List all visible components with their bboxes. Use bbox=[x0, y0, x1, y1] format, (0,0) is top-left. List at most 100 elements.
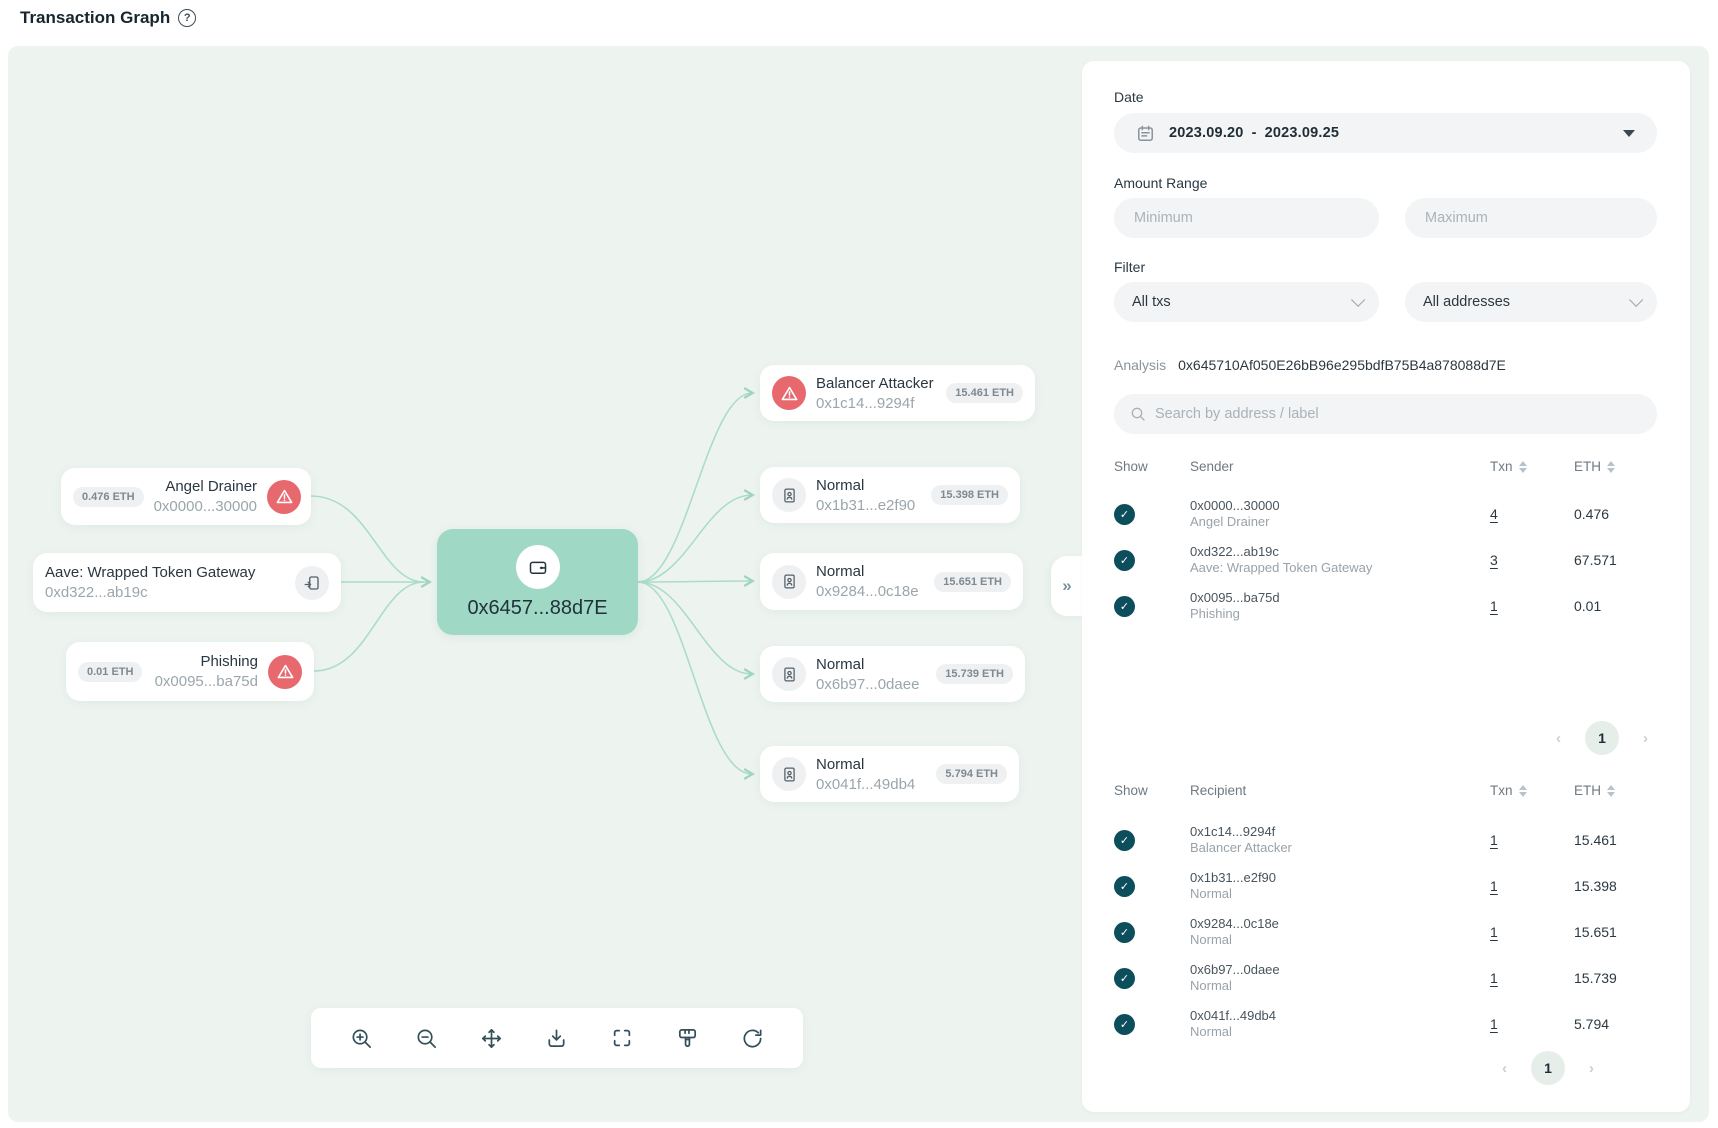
graph-node-phishing[interactable]: 0.01 ETH Phishing 0x0095...ba75d bbox=[66, 642, 314, 701]
chevron-down-icon bbox=[1629, 293, 1643, 307]
amount-range-label: Amount Range bbox=[1114, 175, 1207, 191]
maximum-amount-input[interactable] bbox=[1405, 198, 1657, 238]
txn-count-link[interactable]: 1 bbox=[1490, 832, 1574, 848]
row-label: Aave: Wrapped Token Gateway bbox=[1190, 560, 1490, 576]
table-row: ✓ 0x1c14...9294fBalancer Attacker 1 15.4… bbox=[1114, 817, 1657, 863]
txn-count-link[interactable]: 3 bbox=[1490, 552, 1574, 568]
show-toggle-checked[interactable]: ✓ bbox=[1114, 1014, 1135, 1035]
filter-panel: Date 2023.09.20-2023.09.25 Amount Range … bbox=[1082, 61, 1690, 1112]
col-show: Show bbox=[1114, 459, 1190, 474]
graph-node-normal-2[interactable]: Normal 0x9284...0c18e 15.651 ETH bbox=[760, 553, 1023, 610]
eth-amount-badge: 5.794 ETH bbox=[936, 764, 1007, 784]
node-label: Normal bbox=[816, 476, 915, 496]
prev-page-icon[interactable]: ‹ bbox=[1502, 1060, 1507, 1077]
graph-node-normal-4[interactable]: Normal 0x041f...49db4 5.794 ETH bbox=[760, 746, 1019, 802]
download-icon[interactable] bbox=[543, 1024, 571, 1052]
zoom-out-icon[interactable] bbox=[412, 1024, 440, 1052]
show-toggle-checked[interactable]: ✓ bbox=[1114, 922, 1135, 943]
sender-table-body: ✓ 0x0000...30000Angel Drainer 4 0.476 ✓ … bbox=[1114, 491, 1657, 629]
txn-count-link[interactable]: 1 bbox=[1490, 598, 1574, 614]
move-icon[interactable] bbox=[478, 1024, 506, 1052]
node-address: 0x041f...49db4 bbox=[816, 775, 915, 794]
graph-node-angel-drainer[interactable]: 0.476 ETH Angel Drainer 0x0000...30000 bbox=[61, 468, 311, 525]
row-label: Normal bbox=[1190, 886, 1490, 902]
sort-icon[interactable] bbox=[1607, 461, 1615, 473]
row-address: 0x1b31...e2f90 bbox=[1190, 870, 1490, 886]
date-range-picker[interactable]: 2023.09.20-2023.09.25 bbox=[1114, 113, 1657, 153]
eth-value: 15.461 bbox=[1574, 832, 1657, 848]
date-label: Date bbox=[1114, 89, 1144, 105]
eth-amount-badge: 15.398 ETH bbox=[931, 485, 1008, 505]
graph-node-aave-gateway[interactable]: Aave: Wrapped Token Gateway 0xd322...ab1… bbox=[33, 553, 341, 612]
tx-type-select[interactable]: All txs bbox=[1114, 282, 1379, 322]
txn-count-link[interactable]: 4 bbox=[1490, 506, 1574, 522]
node-address: 0xd322...ab19c bbox=[45, 583, 255, 602]
eth-amount-badge: 15.739 ETH bbox=[936, 664, 1013, 684]
graph-toolbar bbox=[311, 1008, 803, 1068]
show-toggle-checked[interactable]: ✓ bbox=[1114, 876, 1135, 897]
col-sender: Sender bbox=[1190, 459, 1490, 474]
page-number[interactable]: 1 bbox=[1585, 721, 1619, 755]
table-row: ✓ 0x1b31...e2f90Normal 1 15.398 bbox=[1114, 863, 1657, 909]
minimum-amount-input[interactable] bbox=[1114, 198, 1379, 238]
sort-icon[interactable] bbox=[1607, 785, 1615, 797]
sender-pagination: ‹ 1 › bbox=[1556, 721, 1648, 755]
row-label: Normal bbox=[1190, 932, 1490, 948]
eth-value: 15.739 bbox=[1574, 970, 1657, 986]
graph-node-normal-1[interactable]: Normal 0x1b31...e2f90 15.398 ETH bbox=[760, 467, 1020, 523]
sort-icon[interactable] bbox=[1519, 461, 1527, 473]
node-address: 0x1c14...9294f bbox=[816, 394, 934, 413]
node-address: 0x9284...0c18e bbox=[816, 582, 919, 601]
row-label: Normal bbox=[1190, 1024, 1490, 1040]
node-label: Normal bbox=[816, 755, 915, 775]
node-label: Angel Drainer bbox=[154, 477, 257, 497]
refresh-icon[interactable] bbox=[739, 1024, 767, 1052]
row-address: 0x1c14...9294f bbox=[1190, 824, 1490, 840]
graph-node-balancer-attacker[interactable]: Balancer Attacker 0x1c14...9294f 15.461 … bbox=[760, 365, 1035, 421]
page-number[interactable]: 1 bbox=[1531, 1051, 1565, 1085]
date-to: 2023.09.25 bbox=[1265, 125, 1340, 141]
row-address: 0x0095...ba75d bbox=[1190, 590, 1490, 606]
collapse-panel-button[interactable]: » bbox=[1051, 556, 1083, 616]
transaction-graph-canvas[interactable]: 0.476 ETH Angel Drainer 0x0000...30000 A… bbox=[8, 46, 1709, 1122]
show-toggle-checked[interactable]: ✓ bbox=[1114, 596, 1135, 617]
eth-amount-badge: 15.461 ETH bbox=[946, 383, 1023, 403]
prev-page-icon[interactable]: ‹ bbox=[1556, 730, 1561, 747]
node-address: 0x6b97...0daee bbox=[816, 675, 919, 694]
analysis-label: Analysis bbox=[1114, 357, 1166, 373]
row-address: 0x041f...49db4 bbox=[1190, 1008, 1490, 1024]
collapse-icon: » bbox=[1062, 576, 1071, 596]
date-separator: - bbox=[1252, 125, 1257, 141]
eth-amount-badge: 0.476 ETH bbox=[73, 487, 144, 507]
row-address: 0x9284...0c18e bbox=[1190, 916, 1490, 932]
show-toggle-checked[interactable]: ✓ bbox=[1114, 504, 1135, 525]
warning-icon bbox=[267, 480, 301, 514]
graph-node-normal-3[interactable]: Normal 0x6b97...0daee 15.739 ETH bbox=[760, 646, 1025, 702]
paint-style-icon[interactable] bbox=[674, 1024, 702, 1052]
next-page-icon[interactable]: › bbox=[1589, 1060, 1594, 1077]
txn-count-link[interactable]: 1 bbox=[1490, 924, 1574, 940]
show-toggle-checked[interactable]: ✓ bbox=[1114, 550, 1135, 571]
help-icon[interactable]: ? bbox=[178, 9, 196, 27]
graph-node-center[interactable]: 0x6457...88d7E bbox=[437, 529, 638, 635]
search-input[interactable] bbox=[1155, 406, 1641, 422]
warning-icon bbox=[268, 655, 302, 689]
eth-amount-badge: 15.651 ETH bbox=[934, 572, 1011, 592]
zoom-in-icon[interactable] bbox=[347, 1024, 375, 1052]
search-box[interactable] bbox=[1114, 394, 1657, 434]
txn-count-link[interactable]: 1 bbox=[1490, 970, 1574, 986]
calendar-icon bbox=[1136, 124, 1155, 143]
show-toggle-checked[interactable]: ✓ bbox=[1114, 968, 1135, 989]
txn-count-link[interactable]: 1 bbox=[1490, 1016, 1574, 1032]
show-toggle-checked[interactable]: ✓ bbox=[1114, 830, 1135, 851]
sort-icon[interactable] bbox=[1519, 785, 1527, 797]
page-title: Transaction Graph bbox=[20, 8, 170, 28]
col-eth: ETH bbox=[1574, 783, 1601, 798]
txn-count-link[interactable]: 1 bbox=[1490, 878, 1574, 894]
eth-value: 0.476 bbox=[1574, 506, 1657, 522]
next-page-icon[interactable]: › bbox=[1643, 730, 1648, 747]
node-label: Balancer Attacker bbox=[816, 374, 934, 394]
col-recipient: Recipient bbox=[1190, 783, 1490, 798]
fullscreen-icon[interactable] bbox=[608, 1024, 636, 1052]
address-filter-select[interactable]: All addresses bbox=[1405, 282, 1657, 322]
